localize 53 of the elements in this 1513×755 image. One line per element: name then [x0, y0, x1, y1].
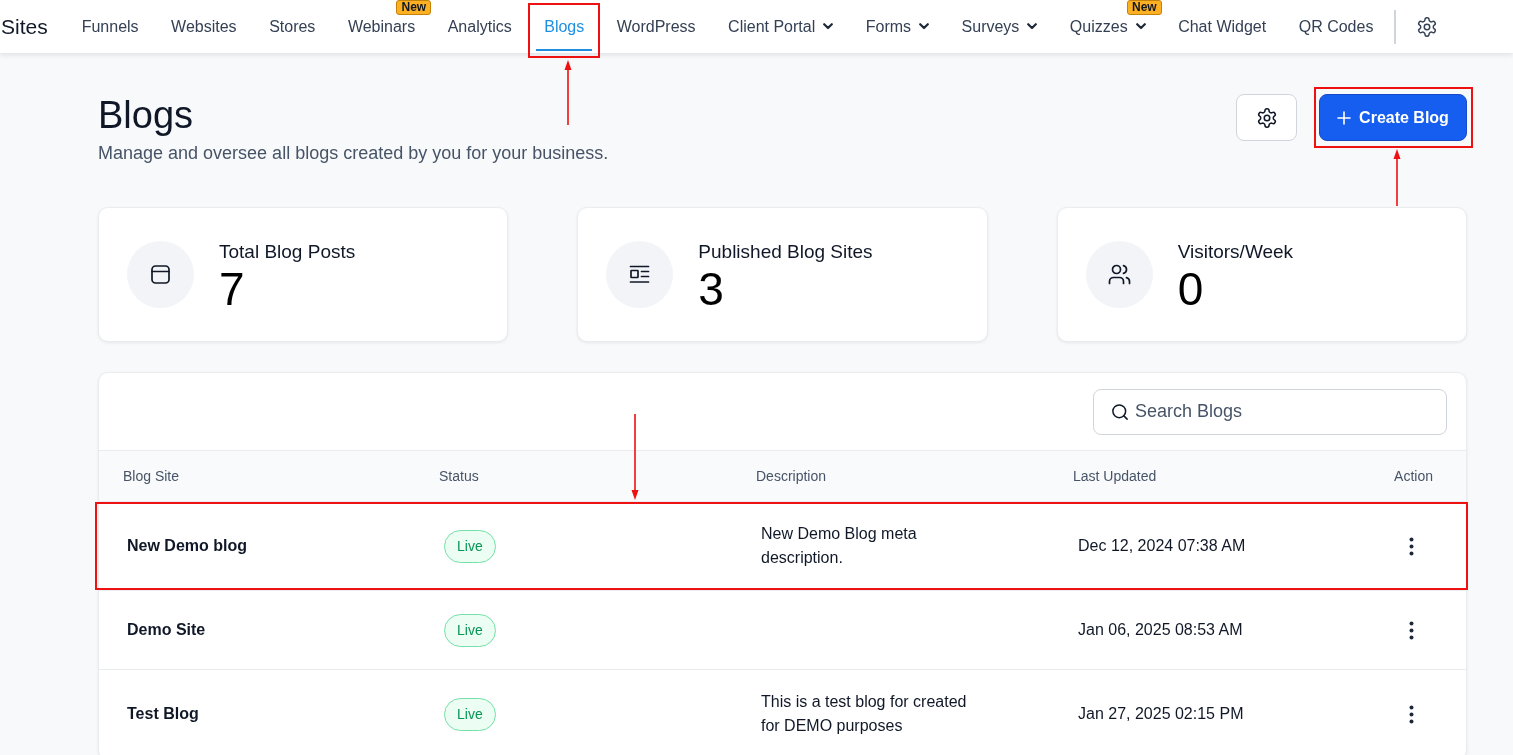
- nav-badge: New: [396, 0, 432, 15]
- stat-label: Total Blog Posts: [219, 239, 356, 264]
- description-text: New Demo Blog meta description.: [761, 524, 918, 568]
- more-options-icon[interactable]: [1409, 536, 1414, 556]
- nav-tab[interactable]: Surveys: [953, 0, 1046, 53]
- blog-site-name[interactable]: Demo Site: [127, 621, 206, 639]
- app-title: Sites: [1, 14, 48, 39]
- column-header: Status: [439, 468, 480, 484]
- more-options-icon[interactable]: [1409, 704, 1414, 724]
- users-icon: [1085, 241, 1153, 308]
- description-text: This is a test blog for created for DEMO purposes: [761, 692, 968, 736]
- stat-label: Visitors/Week: [1177, 239, 1294, 264]
- annotation-arrow: [563, 60, 574, 125]
- layout-list-icon: [606, 241, 674, 308]
- column-header: Description: [756, 468, 828, 484]
- search-icon: [1111, 402, 1129, 421]
- nav-tab[interactable]: Client Portal: [720, 0, 842, 53]
- nav-tab[interactable]: Analytics: [439, 0, 520, 53]
- settings-icon: [1255, 106, 1278, 129]
- status-badge: Live: [444, 697, 496, 731]
- column-header: Last Updated: [1073, 468, 1158, 484]
- stat-value: 0: [1177, 263, 1205, 314]
- nav-tab[interactable]: WordPress: [608, 0, 704, 53]
- nav-tab[interactable]: QR Codes: [1290, 0, 1382, 53]
- settings-icon[interactable]: [1416, 15, 1439, 38]
- nav-tab[interactable]: Websites: [163, 0, 245, 53]
- status-badge: Live: [444, 529, 496, 563]
- create-blog-button[interactable]: Create Blog: [1319, 94, 1467, 141]
- plus-icon: [1337, 110, 1352, 125]
- blog-site-name[interactable]: New Demo blog: [127, 537, 247, 555]
- nav-tab[interactable]: Stores: [261, 0, 324, 53]
- column-header: Blog Site: [123, 468, 181, 484]
- settings-button[interactable]: [1236, 94, 1297, 141]
- nav-tab[interactable]: Chat Widget: [1170, 0, 1275, 53]
- last-updated-text: Jan 06, 2025 08:53 AM: [1078, 621, 1243, 639]
- blog-site-name[interactable]: Test Blog: [127, 705, 199, 723]
- last-updated-text: Dec 12, 2024 07:38 AM: [1078, 537, 1246, 555]
- column-header: Action: [1394, 468, 1433, 484]
- nav-tab[interactable]: Funnels: [73, 0, 147, 53]
- browser-window-icon: [127, 241, 194, 308]
- stat-value: 7: [219, 263, 246, 314]
- stat-value: 3: [698, 263, 725, 314]
- page-subtitle: Manage and oversee all blogs created by you for your business.: [98, 142, 609, 165]
- status-badge: Live: [444, 613, 496, 647]
- annotation-arrow: [1391, 149, 1402, 206]
- search-field[interactable]: Search Blogs: [1093, 388, 1447, 435]
- stat-label: Published Blog Sites: [698, 239, 873, 264]
- more-options-icon[interactable]: [1409, 620, 1414, 640]
- nav-badge: New: [1126, 0, 1162, 15]
- nav-tab[interactable]: Forms: [857, 0, 938, 53]
- page-title: Blogs: [98, 93, 195, 137]
- nav-tab[interactable]: Blogs: [536, 0, 593, 53]
- last-updated-text: Jan 27, 2025 02:15 PM: [1078, 705, 1244, 723]
